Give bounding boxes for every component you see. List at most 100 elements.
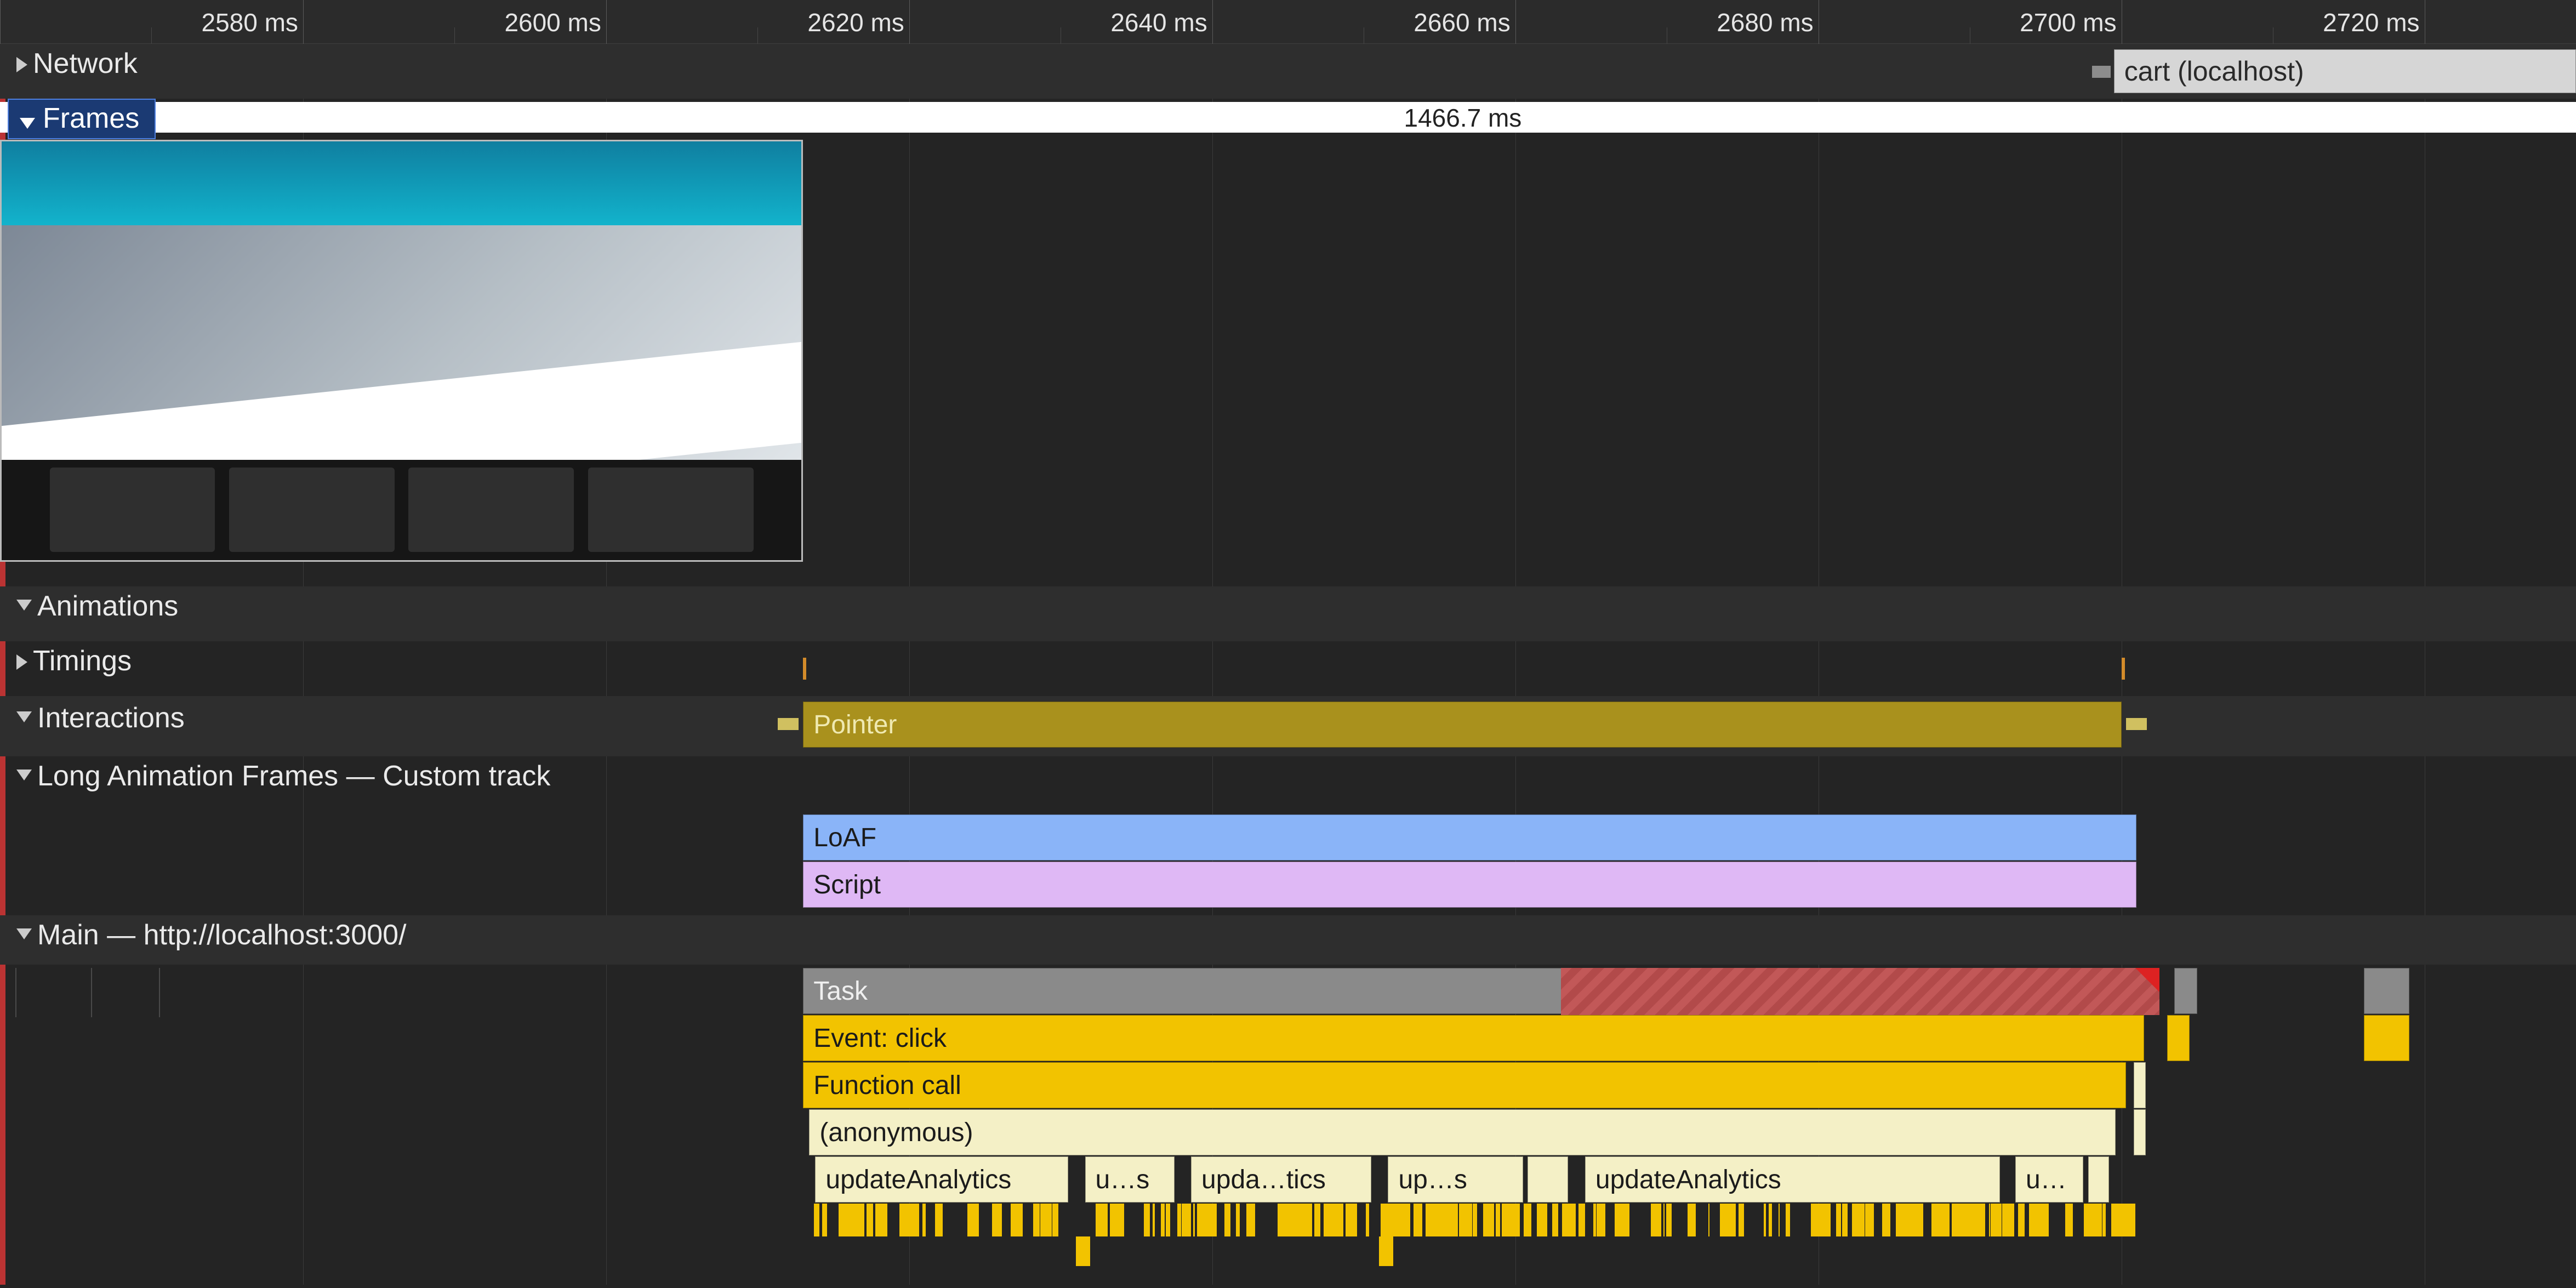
flame-micro-frame[interactable] [1578, 1204, 1585, 1236]
flame-micro-frame[interactable] [1473, 1204, 1477, 1236]
flame-micro-frame[interactable] [1908, 1204, 1913, 1236]
interaction-bar[interactable]: Pointer [803, 702, 2121, 748]
flame-micro-frame[interactable] [1414, 1204, 1422, 1236]
flame-micro-frame[interactable] [1989, 1204, 1990, 1236]
flame-micro-frame[interactable] [1594, 1204, 1596, 1236]
flame-micro-frame[interactable] [1725, 1204, 1730, 1236]
flame-frame[interactable] [2088, 1156, 2110, 1202]
flame-micro-frame[interactable] [1346, 1204, 1353, 1236]
flame-frame[interactable]: u…s [1085, 1156, 1175, 1202]
loaf-bar[interactable]: LoAF [803, 814, 2136, 860]
flame-micro-frame[interactable] [1197, 1204, 1207, 1236]
flame-micro-frame[interactable] [2002, 1204, 2012, 1236]
flame-frame[interactable] [2167, 1015, 2190, 1061]
flame-micro-frame[interactable] [1207, 1204, 1217, 1236]
flame-micro-frame[interactable] [1300, 1204, 1310, 1236]
flame-micro-frame[interactable] [1769, 1204, 1771, 1236]
flame-frame[interactable] [2134, 1109, 2146, 1155]
flame-micro-frame[interactable] [1942, 1204, 1945, 1236]
flame-micro-frame[interactable] [2102, 1204, 2106, 1236]
network-request-bar[interactable]: cart (localhost) [2114, 49, 2576, 93]
flame-micro-frame[interactable] [899, 1204, 908, 1236]
loaf-header[interactable]: Long Animation Frames — Custom track [0, 756, 2576, 806]
flame-frame[interactable]: upda…tics [1191, 1156, 1371, 1202]
flame-micro-frame[interactable] [1040, 1204, 1046, 1236]
flame-micro-frame[interactable] [1786, 1204, 1789, 1236]
flame-micro-frame[interactable] [1599, 1204, 1605, 1236]
flame-micro-frame[interactable] [1562, 1204, 1571, 1236]
flame-micro-frame[interactable] [1991, 1204, 1995, 1236]
flame-micro-frame[interactable] [1524, 1204, 1531, 1236]
flame-micro-frame[interactable] [1011, 1204, 1016, 1236]
flame-micro-frame[interactable] [1366, 1204, 1369, 1236]
flame-frame[interactable]: updateAnalytics [1585, 1156, 2001, 1202]
flame-micro-frame[interactable] [1177, 1204, 1181, 1236]
timings-header[interactable]: Timings [0, 641, 2576, 696]
main-task-fragment[interactable] [2364, 968, 2409, 1014]
flame-frame[interactable]: (anonymous) [809, 1109, 2115, 1155]
flame-micro-frame[interactable] [2123, 1204, 2127, 1236]
main-header[interactable]: Main — http://localhost:3000/ [0, 915, 2576, 965]
flame-micro-frame[interactable] [1557, 1204, 1558, 1236]
animations-header[interactable]: Animations [0, 586, 2576, 641]
flame-micro-frame[interactable] [1116, 1204, 1124, 1236]
flame-micro-frame[interactable] [1815, 1204, 1822, 1236]
loaf-script-bar[interactable]: Script [803, 862, 2136, 908]
flame-micro-frame[interactable] [867, 1204, 873, 1236]
flame-micro-frame[interactable] [1963, 1204, 1971, 1236]
flame-micro-frame[interactable] [1018, 1204, 1019, 1236]
flame-micro-frame[interactable] [1936, 1204, 1939, 1236]
flame-micro-frame[interactable] [1503, 1204, 1511, 1236]
flame-frame[interactable] [2364, 1015, 2409, 1061]
flame-micro-frame[interactable] [2029, 1204, 2038, 1236]
flame-frame[interactable] [2134, 1062, 2146, 1108]
flame-micro-frame[interactable] [1053, 1204, 1058, 1236]
flame-micro-frame[interactable] [1033, 1204, 1040, 1236]
flame-micro-frame[interactable] [967, 1204, 972, 1236]
flame-micro-frame[interactable] [1182, 1204, 1190, 1236]
flame-micro-frame[interactable] [1280, 1204, 1290, 1236]
flame-micro-frame[interactable] [1099, 1204, 1107, 1236]
flame-micro-frame[interactable] [842, 1204, 847, 1236]
flame-micro-frame[interactable] [971, 1204, 979, 1236]
flame-micro-frame[interactable] [1615, 1204, 1623, 1236]
timeline-ruler[interactable]: 60 ms2580 ms2600 ms2620 ms2640 ms2660 ms… [0, 0, 2576, 44]
flame-micro-frame[interactable] [822, 1204, 827, 1236]
flame-micro-frame[interactable] [875, 1204, 879, 1236]
flame-micro-frame[interactable] [1733, 1204, 1736, 1236]
timing-marker[interactable] [2122, 658, 2125, 680]
flame-micro-frame[interactable] [1166, 1204, 1170, 1236]
flame-micro-frame[interactable] [1512, 1204, 1520, 1236]
flame-micro-frame[interactable] [2084, 1204, 2089, 1236]
flame-micro-frame[interactable] [1663, 1204, 1665, 1236]
timing-marker[interactable] [803, 658, 806, 680]
flame-micro-frame[interactable] [1690, 1204, 1696, 1236]
flame-micro-frame[interactable] [1667, 1204, 1668, 1236]
flame-frame[interactable]: u… [2015, 1156, 2083, 1202]
flame-micro-frame[interactable] [1430, 1204, 1439, 1236]
frames-header[interactable]: Frames [8, 99, 156, 139]
flame-micro-frame[interactable] [1314, 1204, 1320, 1236]
flame-micro-frame[interactable] [1764, 1204, 1766, 1236]
flame-micro-frame[interactable] [2067, 1204, 2072, 1236]
flame-frame[interactable]: up…s [1388, 1156, 1523, 1202]
flame-micro-frame[interactable] [1836, 1204, 1840, 1236]
flame-micro-frame[interactable] [913, 1204, 919, 1236]
flame-micro-frame[interactable] [937, 1204, 943, 1236]
flame-micro-frame[interactable] [1952, 1204, 1958, 1236]
flame-micro-frame[interactable] [853, 1204, 863, 1236]
flame-micro-frame[interactable] [1914, 1204, 1923, 1236]
flame-micro-frame[interactable] [1379, 1236, 1393, 1266]
flame-micro-frame[interactable] [2115, 1204, 2118, 1236]
flame-micro-frame[interactable] [1537, 1204, 1548, 1236]
flame-micro-frame[interactable] [1401, 1204, 1405, 1236]
flame-micro-frame[interactable] [1821, 1204, 1830, 1236]
flame-micro-frame[interactable] [1931, 1204, 1940, 1236]
flame-micro-frame[interactable] [2019, 1204, 2025, 1236]
flame-micro-frame[interactable] [1994, 1204, 2001, 1236]
flame-frame[interactable]: updateAnalytics [815, 1156, 1068, 1202]
flame-micro-frame[interactable] [1842, 1204, 1848, 1236]
flame-micro-frame[interactable] [1096, 1204, 1099, 1236]
flame-micro-frame[interactable] [1865, 1204, 1874, 1236]
flame-micro-frame[interactable] [1976, 1204, 1982, 1236]
